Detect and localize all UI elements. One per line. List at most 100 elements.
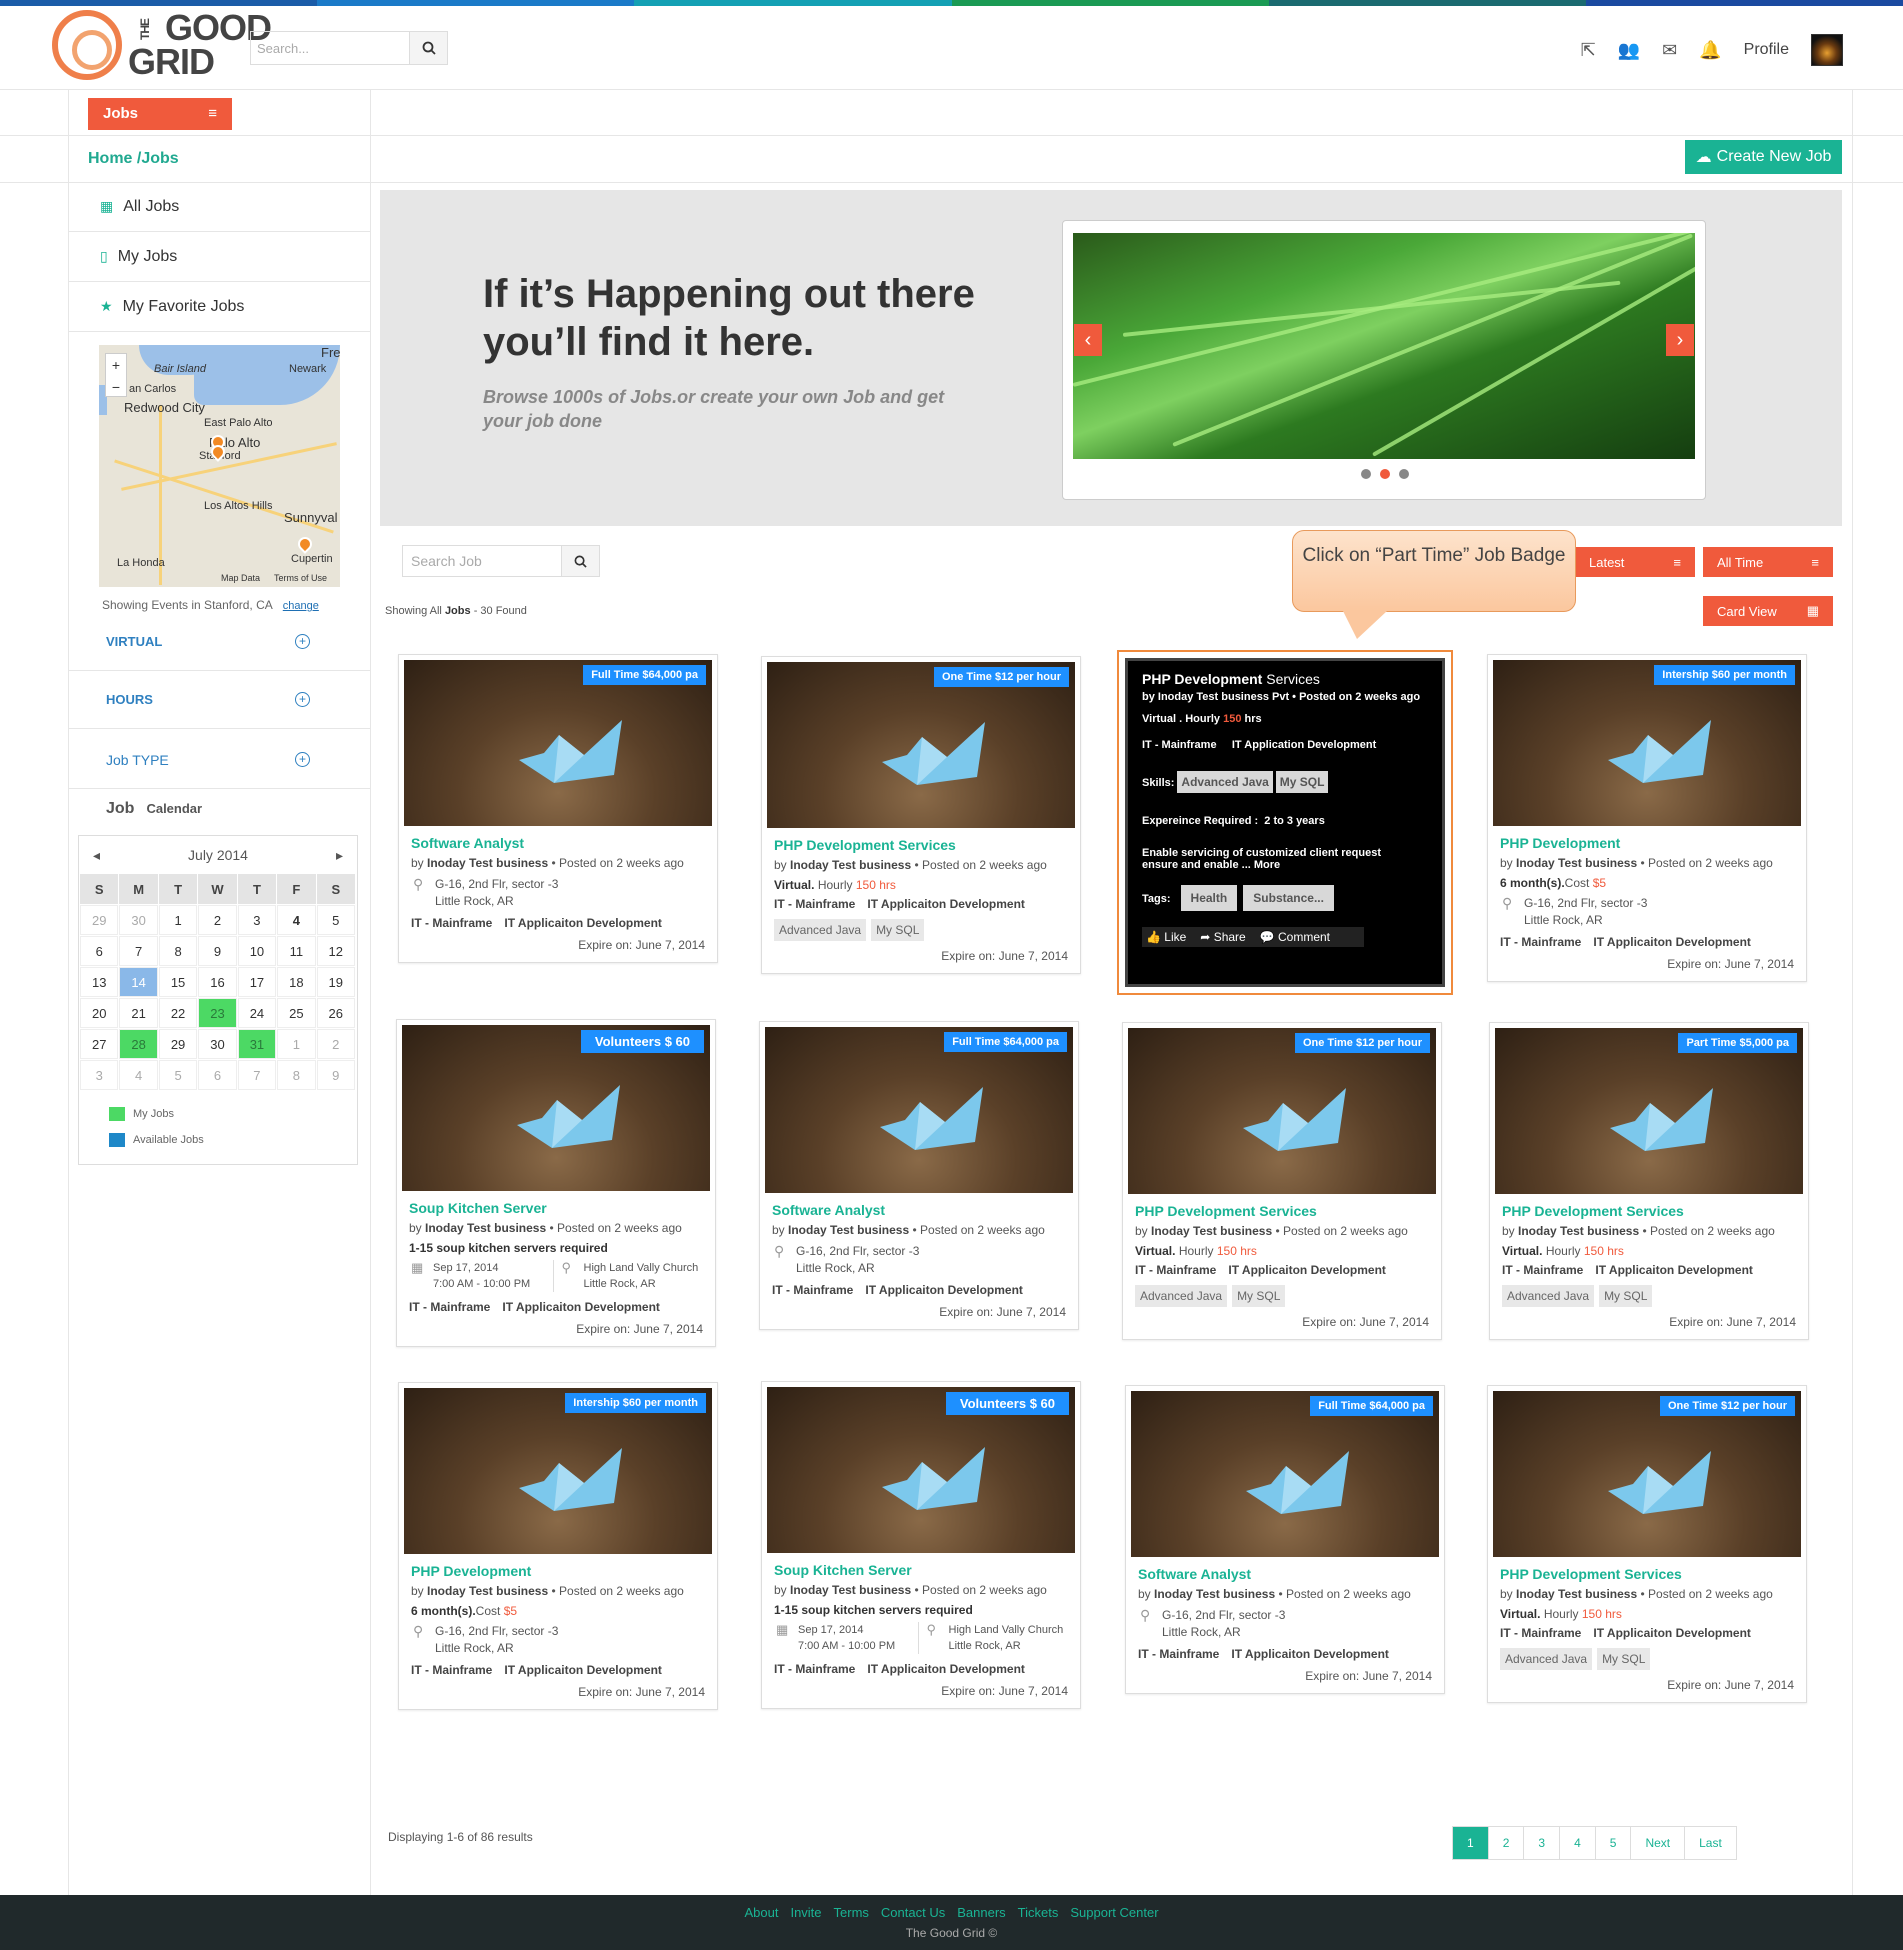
page-1[interactable]: 1 <box>1453 1827 1489 1859</box>
calendar-day[interactable]: 16 <box>198 967 237 997</box>
next-page[interactable]: Next <box>1631 1827 1686 1859</box>
footer-link-terms[interactable]: Terms <box>834 1905 869 1920</box>
part-time-job-badge[interactable]: Part Time $5,000 pa <box>1678 1033 1797 1053</box>
share-button[interactable]: ➦ Share <box>1200 930 1245 944</box>
calendar-day[interactable]: 7 <box>237 1060 277 1090</box>
job-badge[interactable]: Full Time $64,000 pa <box>583 665 706 685</box>
create-new-job-button[interactable]: ☁ Create New Job <box>1685 140 1842 174</box>
map[interactable]: Bair Island Newark an Carlos Redwood Cit… <box>99 345 340 587</box>
calendar-day[interactable]: 17 <box>237 967 277 997</box>
footer-link-tickets[interactable]: Tickets <box>1018 1905 1059 1920</box>
job-badge[interactable]: Intership $60 per month <box>565 1393 706 1413</box>
external-link-icon[interactable]: ⇱ <box>1581 40 1596 61</box>
calendar-day[interactable]: 29 <box>80 905 119 935</box>
job-card[interactable]: Volunteers $ 60 Soup Kitchen Server by I… <box>396 1019 716 1347</box>
calendar-day[interactable]: 5 <box>316 905 355 935</box>
footer-link-about[interactable]: About <box>744 1905 778 1920</box>
job-card-hover-detail[interactable]: PHP Development Services by Inoday Test … <box>1117 650 1453 995</box>
page-4[interactable]: 4 <box>1560 1827 1596 1859</box>
page-5[interactable]: 5 <box>1596 1827 1632 1859</box>
calendar-day[interactable]: 23 <box>198 998 237 1028</box>
calendar-day[interactable]: 22 <box>158 998 198 1028</box>
jobs-menu-button[interactable]: Jobs ≡ <box>88 98 232 130</box>
calendar-day[interactable]: 9 <box>198 936 237 966</box>
filter-hours[interactable]: HOURS + <box>68 671 370 729</box>
job-card[interactable]: Full Time $64,000 pa Software Analyst by… <box>759 1021 1079 1330</box>
calendar-day[interactable]: 4 <box>119 1060 158 1090</box>
calendar-day[interactable]: 30 <box>198 1029 237 1059</box>
breadcrumb[interactable]: Home /Jobs <box>88 150 179 168</box>
job-badge[interactable]: Full Time $64,000 pa <box>944 1032 1067 1052</box>
job-card[interactable]: Intership $60 per month PHP Development … <box>398 1382 718 1710</box>
job-card[interactable]: Part Time $5,000 pa PHP Development Serv… <box>1489 1022 1809 1340</box>
like-button[interactable]: 👍 Like <box>1146 930 1186 944</box>
calendar-day[interactable]: 13 <box>80 967 119 997</box>
job-search-input[interactable]: Search Job <box>403 546 561 576</box>
calendar-day[interactable]: 2 <box>198 905 237 935</box>
bell-icon[interactable]: 🔔 <box>1699 40 1721 61</box>
calendar-day[interactable]: 11 <box>277 936 316 966</box>
job-badge[interactable]: Volunteers $ 60 <box>580 1030 704 1053</box>
calendar-day[interactable]: 21 <box>119 998 158 1028</box>
job-badge[interactable]: Volunteers $ 60 <box>945 1392 1069 1415</box>
calendar-day[interactable]: 19 <box>316 967 355 997</box>
filter-job-type[interactable]: Job TYPE + <box>68 731 370 789</box>
calendar-day[interactable]: 8 <box>277 1060 316 1090</box>
footer-link-banners[interactable]: Banners <box>957 1905 1005 1920</box>
slider-next-button[interactable]: › <box>1666 324 1694 356</box>
header-search[interactable]: Search... <box>250 31 448 65</box>
calendar-day[interactable]: 15 <box>158 967 198 997</box>
calendar-day[interactable]: 8 <box>158 936 198 966</box>
sort-dropdown[interactable]: Latest ≡ <box>1575 547 1695 577</box>
calendar-day[interactable]: 3 <box>237 905 277 935</box>
job-badge[interactable]: One Time $12 per hour <box>1294 1033 1430 1053</box>
footer-link-invite[interactable]: Invite <box>790 1905 821 1920</box>
calendar-day[interactable]: 25 <box>277 998 316 1028</box>
sidebar-item-all-jobs[interactable]: ▦ All Jobs <box>68 182 370 232</box>
next-month-icon[interactable]: ▸ <box>336 847 343 864</box>
slider-prev-button[interactable]: ‹ <box>1074 324 1102 356</box>
slider-dots[interactable] <box>1361 469 1409 479</box>
view-toggle[interactable]: Card View ▦ <box>1703 596 1833 626</box>
page-3[interactable]: 3 <box>1524 1827 1561 1859</box>
sidebar-item-favorite-jobs[interactable]: ★ My Favorite Jobs <box>68 282 370 332</box>
profile-link[interactable]: Profile <box>1744 41 1789 59</box>
calendar-day[interactable]: 30 <box>119 905 158 935</box>
calendar-day[interactable]: 1 <box>158 905 198 935</box>
job-card[interactable]: One Time $12 per hour PHP Development Se… <box>1487 1385 1807 1703</box>
calendar-day[interactable]: 7 <box>119 936 158 966</box>
calendar-day[interactable]: 3 <box>80 1060 119 1090</box>
calendar-day[interactable]: 24 <box>237 998 277 1028</box>
job-badge[interactable]: Intership $60 per month <box>1654 665 1795 685</box>
job-card[interactable]: Intership $60 per month PHP Development … <box>1487 654 1807 982</box>
comment-button[interactable]: 💬 Comment <box>1260 930 1330 944</box>
job-card[interactable]: Full Time $64,000 pa Software Analyst by… <box>1125 1385 1445 1694</box>
filter-virtual[interactable]: VIRTUAL + <box>68 613 370 671</box>
change-location-link[interactable]: change <box>283 600 319 612</box>
calendar-day[interactable]: 26 <box>316 998 355 1028</box>
job-card[interactable]: Volunteers $ 60 Soup Kitchen Server by I… <box>761 1381 1081 1709</box>
calendar-day[interactable]: 1 <box>277 1029 316 1059</box>
calendar-day[interactable]: 28 <box>119 1029 158 1059</box>
job-card[interactable]: Full Time $64,000 pa Software Analyst by… <box>398 654 718 963</box>
last-page[interactable]: Last <box>1685 1827 1736 1859</box>
job-card[interactable]: One Time $12 per hour PHP Development Se… <box>1122 1022 1442 1340</box>
prev-month-icon[interactable]: ◂ <box>93 847 100 864</box>
calendar-day[interactable]: 29 <box>158 1029 198 1059</box>
users-icon[interactable]: 👥 <box>1618 40 1640 61</box>
logo[interactable]: THE GOOD GRID <box>52 10 272 80</box>
map-zoom-control[interactable]: + − <box>105 353 127 397</box>
calendar-day[interactable]: 31 <box>237 1029 277 1059</box>
calendar-day[interactable]: 27 <box>80 1029 119 1059</box>
job-badge[interactable]: One Time $12 per hour <box>1659 1396 1795 1416</box>
calendar-day[interactable]: 5 <box>158 1060 198 1090</box>
job-badge[interactable]: Full Time $64,000 pa <box>1310 1396 1433 1416</box>
calendar-day[interactable]: 10 <box>237 936 277 966</box>
calendar-day[interactable]: 12 <box>316 936 355 966</box>
envelope-icon[interactable]: ✉ <box>1662 40 1677 61</box>
calendar-day[interactable]: 2 <box>316 1029 355 1059</box>
search-button[interactable] <box>561 546 599 576</box>
avatar[interactable] <box>1811 34 1843 66</box>
page-2[interactable]: 2 <box>1489 1827 1525 1859</box>
job-badge[interactable]: One Time $12 per hour <box>933 667 1069 687</box>
